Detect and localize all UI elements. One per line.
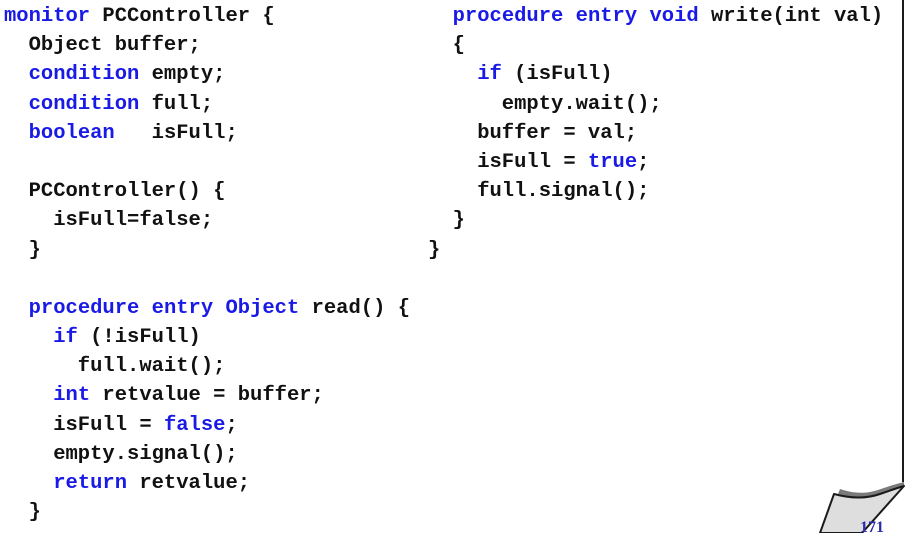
code-text: PCController {	[90, 5, 275, 28]
code-text: write(int val)	[698, 5, 884, 28]
code-line: procedure entry void write(int val)	[428, 2, 884, 31]
code-text: isFull =	[428, 150, 588, 174]
code-text: read() {	[299, 296, 410, 320]
code-keyword: void	[649, 5, 699, 28]
code-text: }	[4, 238, 41, 262]
code-text: full.signal();	[428, 180, 650, 204]
code-line: if (!isFull)	[4, 323, 410, 352]
code-text: empty.wait();	[428, 92, 662, 116]
code-text: }	[428, 238, 441, 262]
code-line: condition empty;	[4, 60, 410, 89]
code-keyword: monitor	[4, 5, 91, 28]
code-text: }	[4, 501, 41, 525]
code-keyword: entry	[575, 5, 638, 28]
code-line: PCController() {	[4, 177, 410, 206]
slide-right-border	[902, 0, 904, 482]
code-text: isFull;	[114, 121, 238, 145]
code-line: return retvalue;	[4, 469, 410, 498]
code-keyword: condition	[28, 63, 140, 87]
code-keyword: if	[477, 63, 502, 87]
code-keyword: condition	[28, 92, 140, 116]
code-text: Object buffer;	[4, 34, 201, 58]
code-keyword: true	[587, 150, 638, 174]
code-text: (!isFull)	[77, 326, 201, 350]
code-keyword: return	[53, 472, 128, 495]
code-line: procedure entry Object read() {	[4, 294, 410, 323]
code-text: {	[428, 34, 465, 58]
code-line: int retvalue = buffer;	[4, 381, 410, 410]
code-keyword: Object	[225, 296, 300, 320]
code-text: }	[428, 209, 465, 233]
code-line: buffer = val;	[428, 119, 883, 148]
code-line: empty.wait();	[428, 90, 883, 119]
code-text: isFull=false;	[4, 209, 214, 233]
code-text: empty.signal();	[4, 442, 238, 466]
code-text: full.wait();	[4, 355, 226, 379]
code-keyword: false	[163, 413, 226, 437]
code-line: full.wait();	[4, 352, 410, 381]
code-keyword: entry	[151, 296, 214, 320]
code-keyword: int	[53, 384, 91, 408]
code-block-write-procedure: procedure entry void write(int val) { if…	[428, 2, 883, 265]
code-text: PCController() {	[4, 180, 226, 204]
code-line: }	[428, 236, 883, 265]
code-line: monitor PCController {	[4, 2, 410, 31]
page-number: 171	[860, 519, 884, 536]
code-line: {	[428, 31, 883, 60]
code-line: if (isFull)	[428, 60, 883, 89]
code-line: }	[4, 236, 410, 265]
code-text: isFull =	[4, 413, 164, 437]
code-text: empty;	[139, 63, 226, 87]
code-text: buffer = val;	[428, 121, 638, 145]
code-line: condition full;	[4, 90, 410, 119]
code-line: }	[428, 206, 883, 235]
code-line: isFull = true;	[428, 148, 883, 177]
code-line: }	[4, 498, 410, 527]
code-text: retvalue;	[127, 472, 251, 495]
code-text: ;	[637, 150, 650, 174]
code-text: retvalue = buffer;	[90, 384, 324, 408]
code-text: ;	[225, 413, 238, 437]
code-line: full.signal();	[428, 177, 883, 206]
code-block-monitor-left: monitor PCController { Object buffer; co…	[4, 2, 410, 527]
code-line: isFull = false;	[4, 411, 410, 440]
code-line: empty.signal();	[4, 440, 410, 469]
code-text: (isFull)	[501, 63, 613, 87]
code-keyword: procedure	[452, 5, 564, 28]
code-line: boolean isFull;	[4, 119, 410, 148]
code-line: isFull=false;	[4, 206, 410, 235]
code-keyword: if	[53, 326, 78, 350]
code-line: Object buffer;	[4, 31, 410, 60]
code-keyword: procedure	[28, 296, 140, 320]
code-keyword: boolean	[28, 121, 115, 145]
page-curl-icon	[819, 470, 905, 533]
slide: monitor PCController { Object buffer; co…	[0, 0, 906, 536]
code-text: full;	[139, 92, 214, 116]
